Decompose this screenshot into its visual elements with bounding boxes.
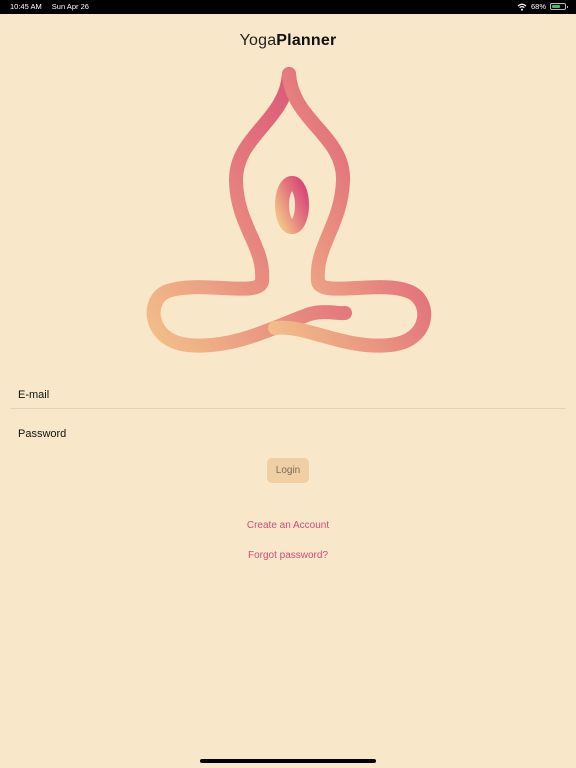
- battery-fill: [552, 5, 561, 8]
- status-right: 68%: [517, 2, 568, 11]
- battery-icon: [550, 3, 568, 10]
- create-account-link[interactable]: Create an Account: [0, 520, 576, 531]
- status-date: Sun Apr 26: [51, 2, 89, 11]
- status-left: 10:45 AM Sun Apr 26: [10, 2, 97, 11]
- login-button[interactable]: Login: [267, 458, 309, 483]
- status-bar: 10:45 AM Sun Apr 26 68%: [0, 0, 576, 14]
- lotus-meditation-icon: [146, 67, 432, 353]
- email-field[interactable]: E-mail: [18, 389, 49, 401]
- battery-percent: 68%: [530, 2, 546, 11]
- forgot-password-link[interactable]: Forgot password?: [0, 550, 576, 561]
- password-field[interactable]: Password: [18, 428, 66, 440]
- wifi-icon: [517, 3, 527, 11]
- home-indicator[interactable]: [200, 759, 376, 763]
- app-title: YogaPlanner: [0, 32, 576, 50]
- status-time: 10:45 AM: [10, 2, 42, 11]
- app-title-light: Yoga: [239, 32, 277, 49]
- email-divider: [10, 408, 566, 409]
- app-title-bold: Planner: [276, 32, 337, 49]
